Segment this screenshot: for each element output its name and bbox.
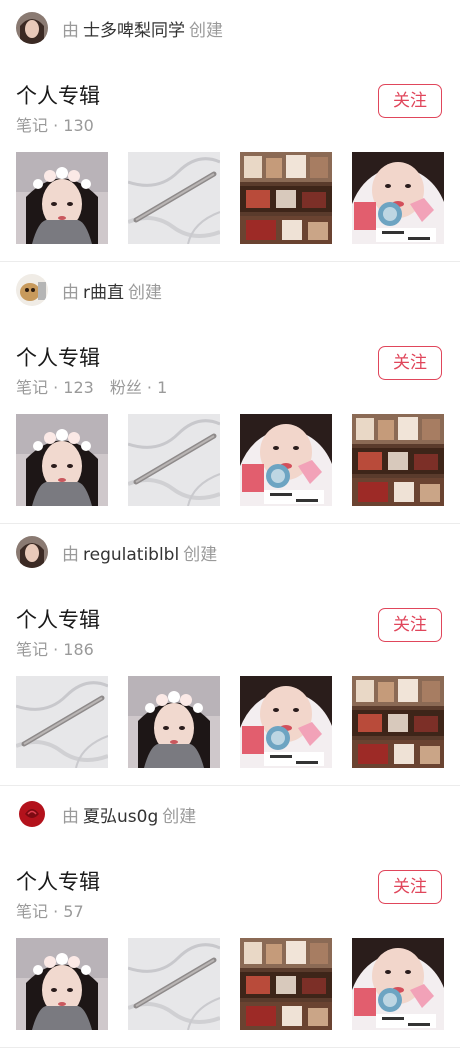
creator-suffix: 创建 [183, 544, 218, 565]
creator-suffix: 创建 [128, 282, 162, 303]
album-title[interactable]: 个人专辑 [16, 80, 100, 110]
note-thumbnail[interactable] [240, 414, 332, 506]
creator-row[interactable]: 由夏弘us0g 创建 [16, 798, 196, 830]
album-card[interactable]: 由士多啤梨同学 创建 个人专辑 笔记 · 130 关注 [0, 0, 460, 262]
album-stats: 笔记 · 130 [16, 112, 94, 136]
note-thumbnail[interactable] [240, 676, 332, 768]
thumbnail-row [16, 414, 444, 506]
creator-row[interactable]: 由 r曲直 创建 [16, 274, 162, 306]
note-thumbnail[interactable] [16, 676, 108, 768]
note-thumbnail[interactable] [128, 938, 220, 1030]
album-title[interactable]: 个人专辑 [16, 342, 100, 372]
note-thumbnail[interactable] [352, 938, 444, 1030]
album-card[interactable]: 由夏弘us0g 创建 个人专辑 笔记 · 57 关注 [0, 786, 460, 1048]
creator-suffix: 创建 [189, 20, 223, 41]
album-title[interactable]: 个人专辑 [16, 604, 100, 634]
follow-button[interactable]: 关注 [378, 84, 442, 118]
album-title[interactable]: 个人专辑 [16, 866, 100, 896]
creator-avatar[interactable] [16, 274, 48, 306]
notes-count: 笔记 · 130 [16, 116, 94, 135]
creator-line: 由夏弘us0g 创建 [62, 802, 196, 827]
creator-name[interactable]: r曲直 [83, 283, 124, 303]
thumbnail-row [16, 938, 444, 1030]
creator-line: 由 r曲直 创建 [62, 278, 162, 303]
creator-name[interactable]: regulatiblbl [83, 545, 179, 565]
fans-count: 粉丝 · 1 [109, 378, 168, 397]
note-thumbnail[interactable] [16, 414, 108, 506]
creator-suffix: 创建 [162, 806, 197, 827]
note-thumbnail[interactable] [128, 676, 220, 768]
thumbnail-row [16, 676, 444, 768]
album-list: 由士多啤梨同学 创建 个人专辑 笔记 · 130 关注 由 r曲直 创建 个人专辑 笔… [0, 0, 460, 1048]
note-thumbnail[interactable] [352, 414, 444, 506]
creator-line: 由 regulatiblbl 创建 [62, 540, 217, 565]
follow-button[interactable]: 关注 [378, 870, 442, 904]
creator-avatar[interactable] [16, 536, 48, 568]
album-stats: 笔记 · 57 [16, 898, 84, 922]
notes-count: 笔记 · 123 [16, 378, 94, 397]
creator-row[interactable]: 由士多啤梨同学 创建 [16, 12, 223, 44]
creator-avatar[interactable] [16, 12, 48, 44]
creator-prefix: 由 [62, 544, 79, 565]
creator-row[interactable]: 由 regulatiblbl 创建 [16, 536, 217, 568]
album-stats: 笔记 · 123 粉丝 · 1 [16, 374, 167, 398]
album-stats: 笔记 · 186 [16, 636, 94, 660]
notes-count: 笔记 · 57 [16, 902, 84, 921]
note-thumbnail[interactable] [16, 938, 108, 1030]
follow-button[interactable]: 关注 [378, 346, 442, 380]
creator-prefix: 由 [62, 806, 79, 827]
note-thumbnail[interactable] [352, 152, 444, 244]
follow-button[interactable]: 关注 [378, 608, 442, 642]
note-thumbnail[interactable] [240, 938, 332, 1030]
notes-count: 笔记 · 186 [16, 640, 94, 659]
creator-avatar[interactable] [16, 798, 48, 830]
note-thumbnail[interactable] [128, 152, 220, 244]
creator-line: 由士多啤梨同学 创建 [62, 16, 223, 41]
note-thumbnail[interactable] [352, 676, 444, 768]
creator-name[interactable]: 士多啤梨同学 [83, 21, 185, 41]
album-card[interactable]: 由 r曲直 创建 个人专辑 笔记 · 123 粉丝 · 1 关注 [0, 262, 460, 524]
album-card[interactable]: 由 regulatiblbl 创建 个人专辑 笔记 · 186 关注 [0, 524, 460, 786]
note-thumbnail[interactable] [16, 152, 108, 244]
creator-prefix: 由 [62, 20, 79, 41]
creator-name[interactable]: 夏弘us0g [83, 807, 158, 827]
creator-prefix: 由 [62, 282, 79, 303]
note-thumbnail[interactable] [128, 414, 220, 506]
thumbnail-row [16, 152, 444, 244]
note-thumbnail[interactable] [240, 152, 332, 244]
